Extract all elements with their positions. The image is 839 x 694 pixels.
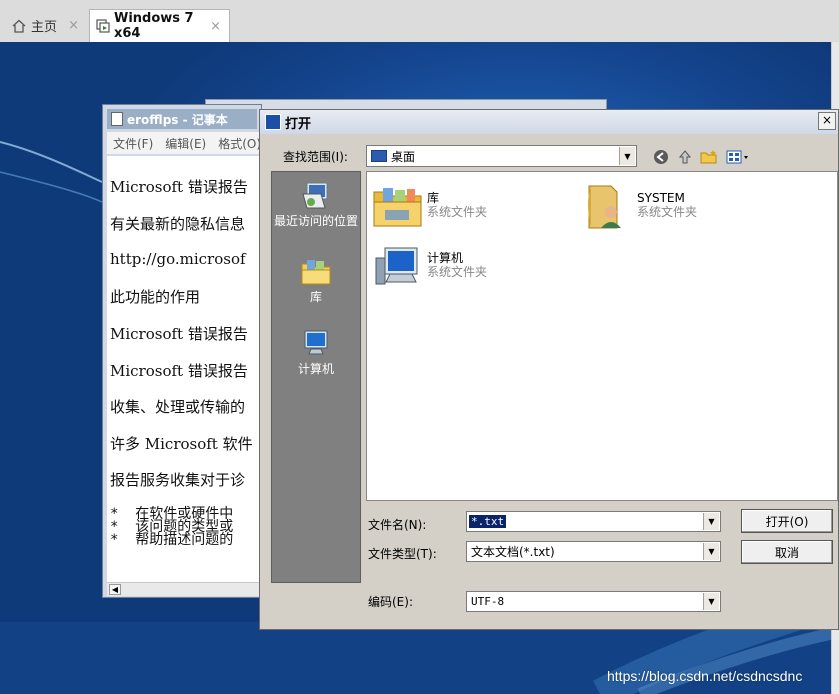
- text-line: 收集、处理或传输的: [110, 398, 246, 416]
- file-list[interactable]: 库 系统文件夹 SYSTEM 系统文件夹 计算机 系统文件夹: [366, 171, 838, 501]
- tab-home[interactable]: 主页 ×: [5, 9, 87, 42]
- file-item-library[interactable]: 库 系统文件夹: [371, 182, 487, 232]
- notepad-window[interactable]: erofflps - 记事本 文件(F) 编辑(E) 格式(O) Microso…: [102, 104, 262, 598]
- text-line: 有关最新的隐私信息: [110, 215, 246, 233]
- open-file-dialog[interactable]: 打开 × 查找范围(I): 桌面 ▼ 最近访问的位置 库 计算机 库 系统文件夹…: [259, 109, 839, 630]
- filetype-value: 文本文档(*.txt): [471, 545, 555, 559]
- tab-home-label: 主页: [31, 20, 58, 35]
- file-name: SYSTEM: [637, 191, 685, 205]
- menu-file[interactable]: 文件(F): [113, 135, 153, 152]
- text-line: 许多 Microsoft 软件: [110, 435, 253, 453]
- tab-windows7[interactable]: Windows 7 x64 ×: [89, 9, 230, 42]
- tab-bar: 主页 × Windows 7 x64 ×: [0, 0, 839, 43]
- filename-input[interactable]: *.txt ▼: [466, 511, 721, 532]
- dialog-title: 打开: [285, 116, 312, 132]
- file-name: 库: [427, 191, 440, 205]
- open-button[interactable]: 打开(O): [741, 509, 833, 533]
- user-folder-icon: [581, 182, 635, 232]
- notepad-title: erofflps - 记事本: [127, 112, 228, 127]
- up-folder-icon[interactable]: [676, 148, 694, 166]
- filetype-label: 文件类型(T):: [368, 547, 437, 561]
- file-type: 系统文件夹: [427, 205, 488, 219]
- notepad-titlebar[interactable]: erofflps - 记事本: [107, 109, 257, 129]
- bullet-line: * 帮助描述问题的: [110, 532, 234, 548]
- menu-edit[interactable]: 编辑(E): [165, 135, 206, 152]
- filename-value: *.txt: [469, 515, 507, 528]
- menu-format[interactable]: 格式(O): [218, 135, 261, 152]
- notepad-menubar: 文件(F) 编辑(E) 格式(O): [107, 132, 261, 154]
- look-in-label: 查找范围(I):: [283, 150, 348, 164]
- chevron-down-icon[interactable]: ▼: [703, 593, 719, 610]
- places-bar: 最近访问的位置 库 计算机: [271, 171, 361, 583]
- watermark-text: https://blog.csdn.net/csdncsdnc: [607, 668, 803, 684]
- filename-label: 文件名(N):: [368, 518, 427, 532]
- filetype-select[interactable]: 文本文档(*.txt) ▼: [466, 541, 721, 562]
- file-type: 系统文件夹: [427, 265, 488, 279]
- text-line: Microsoft 错误报告: [110, 325, 248, 343]
- place-library[interactable]: 库: [272, 256, 360, 304]
- vm-icon: [96, 18, 110, 34]
- text-line: Microsoft 错误报告: [110, 362, 248, 380]
- place-recent[interactable]: 最近访问的位置: [272, 180, 360, 228]
- encoding-select[interactable]: UTF-8 ▼: [466, 591, 721, 612]
- file-type: 系统文件夹: [637, 205, 698, 219]
- dialog-icon: [265, 114, 281, 130]
- file-name: 计算机: [427, 251, 464, 265]
- encoding-value: UTF-8: [471, 595, 505, 608]
- file-item-computer[interactable]: 计算机 系统文件夹: [371, 242, 487, 292]
- place-computer[interactable]: 计算机: [272, 328, 360, 376]
- place-recent-label: 最近访问的位置: [273, 214, 358, 228]
- tab-windows7-label: Windows 7 x64: [114, 11, 194, 41]
- tab-windows7-close-icon[interactable]: ×: [210, 19, 221, 34]
- notepad-icon: [111, 112, 123, 126]
- close-button[interactable]: ×: [818, 112, 836, 130]
- chevron-down-icon[interactable]: ▼: [703, 513, 719, 530]
- view-menu-icon[interactable]: [726, 148, 750, 166]
- new-folder-icon[interactable]: [700, 148, 718, 166]
- file-item-system[interactable]: SYSTEM 系统文件夹: [581, 182, 697, 232]
- notepad-text-area[interactable]: Microsoft 错误报告 有关最新的隐私信息 http://go.micro…: [107, 156, 259, 582]
- computer-icon: [371, 242, 425, 292]
- recent-places-icon: [299, 180, 333, 212]
- library-icon: [299, 256, 333, 288]
- chevron-down-icon[interactable]: ▼: [703, 543, 719, 560]
- notepad-horizontal-scrollbar[interactable]: ◀: [107, 582, 259, 596]
- text-line: 报告服务收集对于诊: [110, 471, 246, 489]
- encoding-label: 编码(E):: [368, 595, 413, 609]
- library-folder-icon: [371, 182, 425, 232]
- text-line: http://go.microsof: [110, 250, 246, 268]
- dialog-titlebar[interactable]: 打开: [260, 110, 838, 134]
- text-line: Microsoft 错误报告: [110, 178, 248, 196]
- look-in-value: 桌面: [391, 149, 416, 164]
- place-library-label: 库: [309, 290, 322, 304]
- scroll-left-icon[interactable]: ◀: [109, 584, 121, 595]
- home-icon: [11, 18, 27, 34]
- look-in-combo[interactable]: 桌面 ▼: [366, 145, 637, 167]
- back-icon[interactable]: [652, 148, 670, 166]
- cancel-button[interactable]: 取消: [741, 540, 833, 564]
- place-computer-label: 计算机: [297, 362, 334, 376]
- chevron-down-icon[interactable]: ▼: [619, 147, 635, 165]
- tab-home-close-icon[interactable]: ×: [68, 18, 79, 33]
- computer-icon: [299, 328, 333, 360]
- desktop-icon: [371, 150, 387, 162]
- text-line: 此功能的作用: [110, 288, 201, 306]
